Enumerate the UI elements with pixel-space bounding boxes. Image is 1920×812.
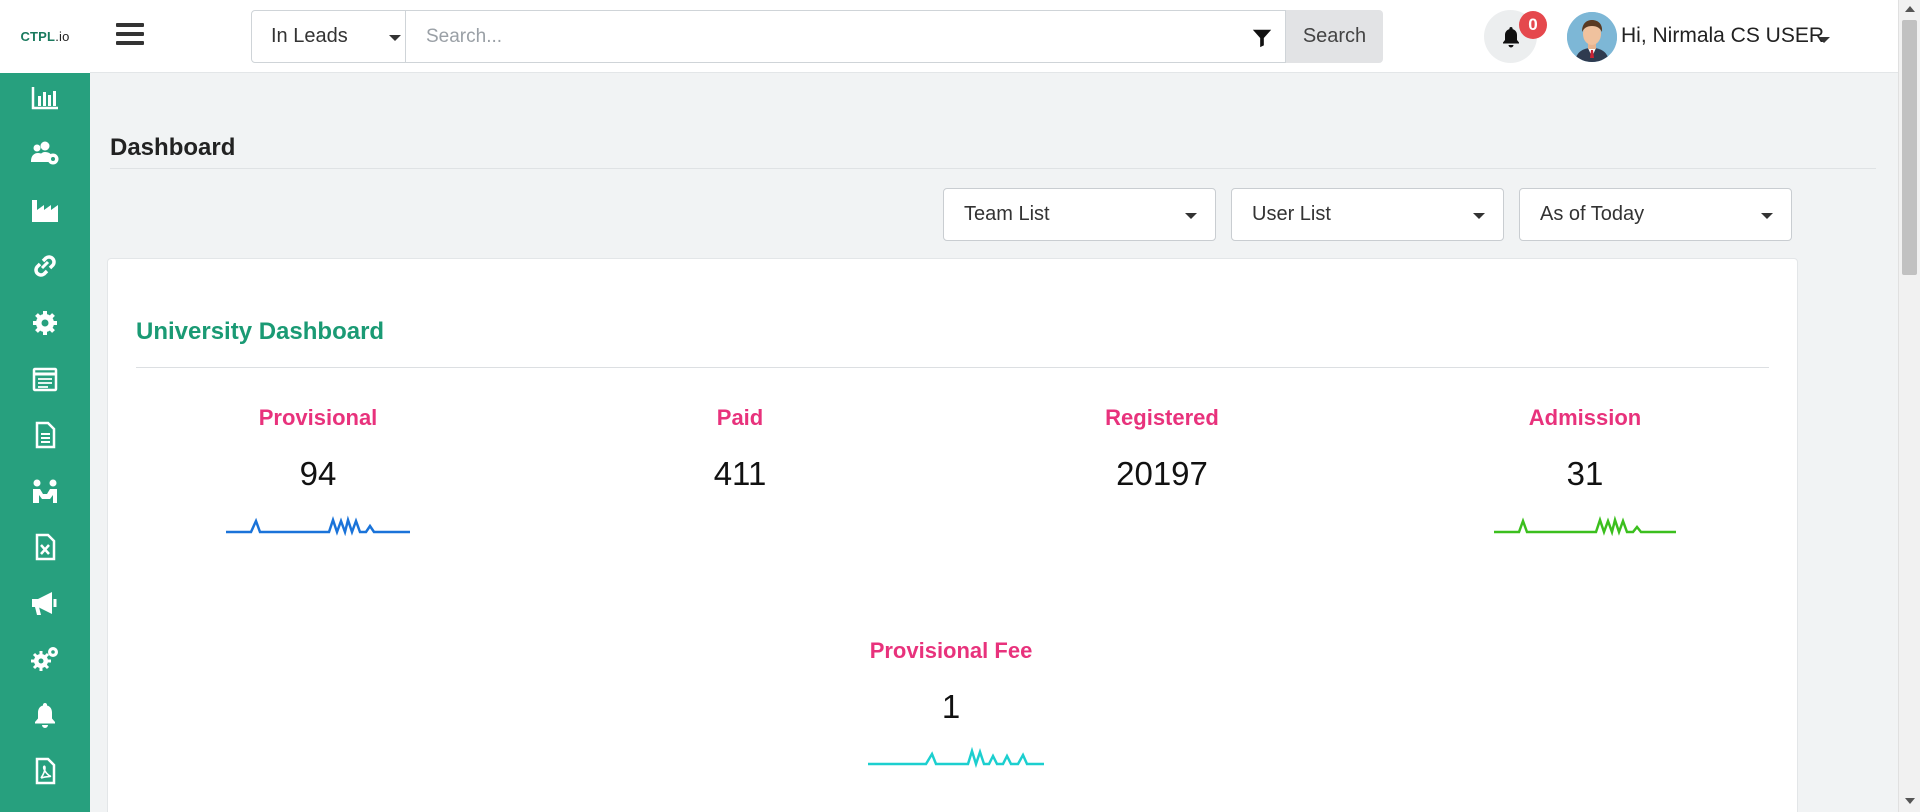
- chevron-down-icon: [1761, 213, 1773, 219]
- pdf-file-icon[interactable]: [28, 756, 62, 786]
- stat-value: 1: [941, 688, 961, 725]
- stat-value: 94: [299, 455, 337, 492]
- date-range-dropdown[interactable]: As of Today: [1519, 188, 1792, 241]
- date-range-value: As of Today: [1540, 203, 1645, 225]
- page-title: Dashboard: [110, 134, 236, 161]
- menu-toggle-icon[interactable]: [116, 20, 144, 48]
- stat-registered[interactable]: Registered 20197: [1012, 405, 1312, 493]
- gear-icon[interactable]: [28, 308, 62, 338]
- logo-text: CTPL.io: [20, 29, 70, 44]
- stat-provisional-fee[interactable]: Provisional Fee 1: [801, 638, 1101, 726]
- factory-icon[interactable]: [28, 195, 62, 225]
- top-header: CTPL.io In Leads Search... Search 0 Hi, …: [0, 0, 1898, 73]
- stat-label: Provisional: [258, 405, 378, 430]
- user-list-value: User List: [1252, 203, 1331, 225]
- chevron-down-icon: [389, 35, 401, 41]
- stat-value: 411: [713, 455, 767, 492]
- excel-file-icon[interactable]: [28, 532, 62, 562]
- user-menu-chevron-icon[interactable]: [1818, 37, 1830, 43]
- stat-paid[interactable]: Paid 411: [590, 405, 890, 493]
- filter-icon[interactable]: [1251, 27, 1273, 49]
- divider: [136, 367, 1769, 368]
- bar-chart-icon[interactable]: [28, 83, 62, 113]
- sparkline-admission: [1494, 515, 1676, 536]
- logo[interactable]: CTPL.io: [0, 0, 90, 73]
- avatar[interactable]: [1567, 12, 1617, 62]
- users-gear-icon[interactable]: [28, 138, 62, 168]
- scroll-down-arrow-icon[interactable]: [1905, 798, 1915, 804]
- search-scope-select[interactable]: In Leads: [251, 10, 406, 63]
- card-title: University Dashboard: [136, 318, 385, 345]
- stat-label: Provisional Fee: [869, 638, 1033, 663]
- stat-label: Registered: [1105, 405, 1219, 430]
- team-list-value: Team List: [964, 203, 1050, 225]
- search-bar: In Leads Search... Search: [251, 10, 1383, 63]
- scroll-thumb[interactable]: [1902, 20, 1917, 275]
- sparkline-provisional: [226, 515, 410, 536]
- user-list-dropdown[interactable]: User List: [1231, 188, 1504, 241]
- document-icon[interactable]: [28, 420, 62, 450]
- bell-icon: [1502, 26, 1519, 47]
- user-greeting[interactable]: Hi, Nirmala CS USER: [1621, 24, 1824, 48]
- search-button[interactable]: Search: [1286, 10, 1383, 63]
- stat-value: 20197: [1116, 455, 1208, 492]
- search-input[interactable]: Search...: [406, 10, 1286, 63]
- search-scope-value: In Leads: [271, 25, 348, 47]
- chevron-down-icon: [1473, 213, 1485, 219]
- gears-icon[interactable]: [28, 644, 62, 674]
- stat-label: Paid: [716, 405, 764, 430]
- stat-admission[interactable]: Admission 31: [1435, 405, 1735, 493]
- people-meeting-icon[interactable]: [28, 476, 62, 506]
- vertical-scrollbar[interactable]: [1898, 0, 1920, 812]
- bell-icon[interactable]: [28, 700, 62, 730]
- calendar-list-icon[interactable]: [28, 364, 62, 394]
- divider: [110, 168, 1876, 169]
- chevron-down-icon: [1185, 213, 1197, 219]
- megaphone-icon[interactable]: [28, 588, 62, 618]
- sidebar: [0, 73, 90, 812]
- search-placeholder: Search...: [426, 25, 503, 47]
- stat-value: 31: [1566, 455, 1604, 492]
- team-list-dropdown[interactable]: Team List: [943, 188, 1216, 241]
- stat-provisional[interactable]: Provisional 94: [168, 405, 468, 493]
- notification-count-badge: 0: [1519, 11, 1547, 39]
- stat-label: Admission: [1528, 405, 1642, 430]
- link-icon[interactable]: [28, 251, 62, 281]
- sparkline-provisional-fee: [868, 746, 1044, 768]
- scroll-up-arrow-icon[interactable]: [1905, 6, 1915, 12]
